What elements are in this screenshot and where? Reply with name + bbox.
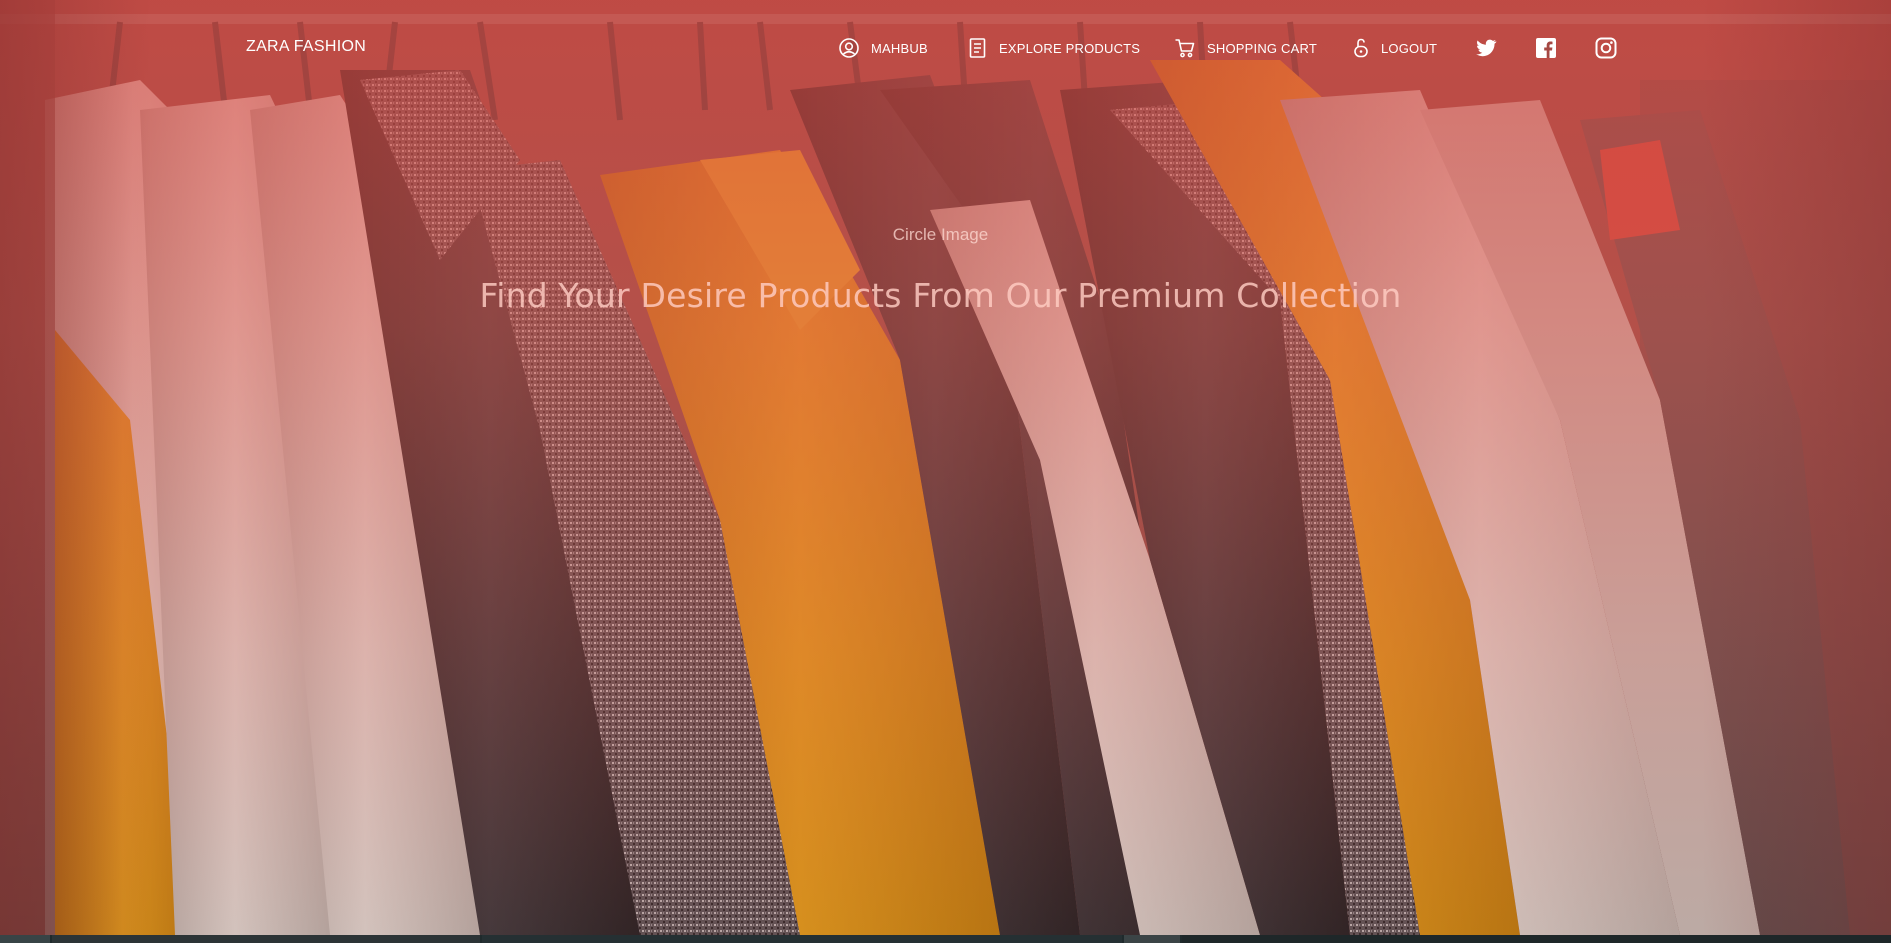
nav-item-logout[interactable]: LOGOUT	[1352, 36, 1437, 60]
facebook-link[interactable]	[1534, 36, 1558, 60]
nav-item-logout-label: LOGOUT	[1381, 40, 1438, 56]
nav-item-explore-products[interactable]: EXPLORE PRODUCTS	[968, 36, 1140, 60]
instagram-icon	[1595, 37, 1617, 59]
hero-headline: Find Your Desire Products From Our Premi…	[479, 276, 1402, 315]
user-circle-icon	[839, 38, 859, 58]
twitter-link[interactable]	[1474, 36, 1498, 60]
document-list-icon	[969, 38, 986, 58]
nav-item-explore-products-label: EXPLORE PRODUCTS	[999, 40, 1141, 56]
shopping-cart-icon	[1175, 39, 1195, 58]
hero-vignette	[0, 0, 1891, 935]
twitter-icon	[1476, 39, 1497, 57]
nav-item-profile-label: MAHBUB	[871, 40, 928, 56]
nav-item-profile[interactable]: MAHBUB	[838, 36, 928, 60]
hero-image-alt-text: Circle Image	[892, 225, 989, 244]
brand-link[interactable]: ZARA FASHION	[246, 38, 366, 56]
instagram-link[interactable]	[1594, 36, 1618, 60]
bottom-strip	[0, 935, 1891, 943]
facebook-icon	[1536, 38, 1556, 58]
hero-section: ZARA FASHION MAHBUB EXPLORE PRODUCTS SHO…	[0, 0, 1891, 935]
top-navbar: ZARA FASHION MAHBUB EXPLORE PRODUCTS SHO…	[0, 0, 1891, 98]
nav-item-shopping-cart-label: SHOPPING CART	[1207, 40, 1317, 56]
unlock-icon	[1354, 38, 1368, 58]
nav-item-shopping-cart[interactable]: SHOPPING CART	[1174, 36, 1317, 60]
